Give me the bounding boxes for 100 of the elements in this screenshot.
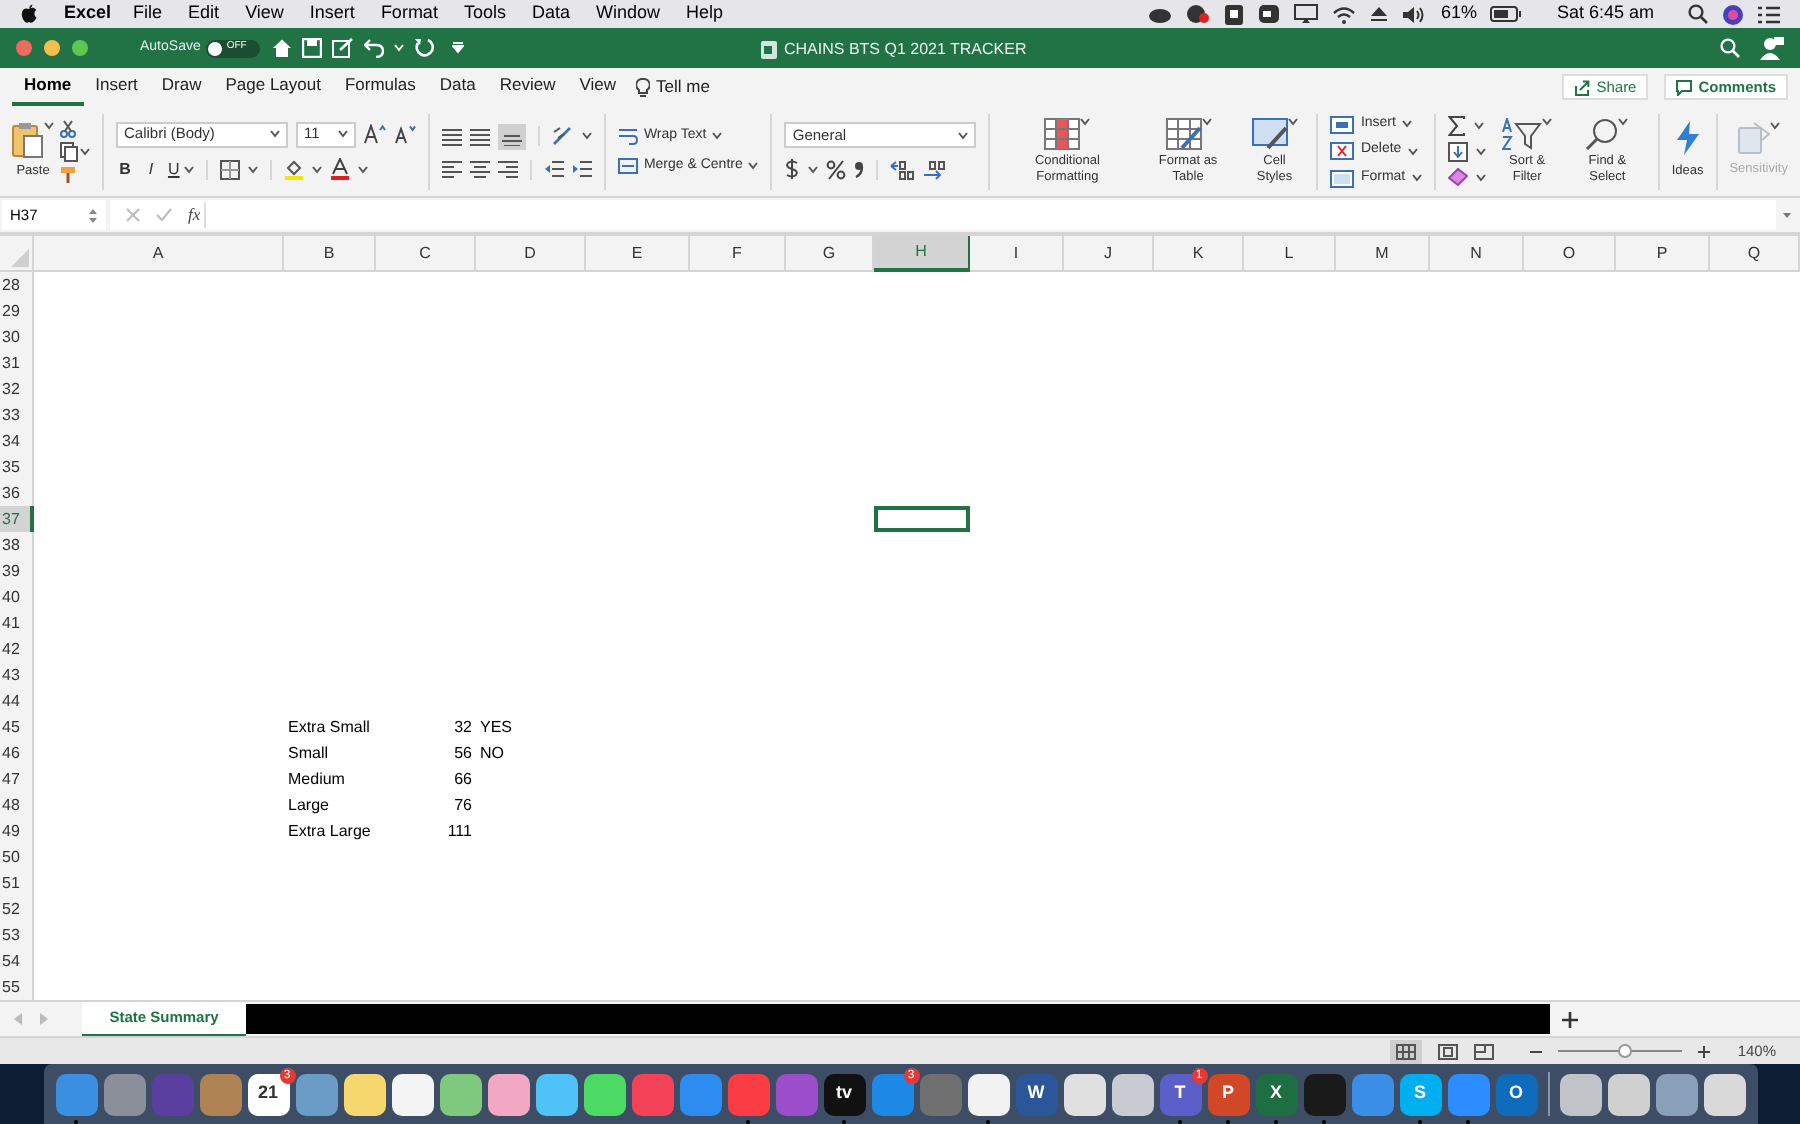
siri-icon[interactable] — [1722, 3, 1744, 25]
menu-item[interactable]: Format — [380, 0, 438, 28]
account-icon[interactable] — [1760, 36, 1784, 60]
underline-button[interactable]: U — [167, 157, 180, 181]
row-header[interactable]: 33 — [0, 402, 34, 428]
app-icon[interactable]: X — [1255, 1073, 1297, 1115]
eraser-icon[interactable] — [1447, 168, 1468, 186]
column-header[interactable]: O — [1524, 236, 1616, 272]
align-top-icon[interactable] — [441, 127, 462, 145]
zoom-button[interactable] — [72, 40, 88, 56]
table-cell[interactable]: 56 — [454, 741, 472, 765]
ribbon-tab[interactable]: Insert — [83, 68, 150, 106]
ribbon-tab[interactable]: Draw — [149, 68, 214, 106]
menu-item[interactable]: View — [245, 0, 284, 28]
stepper-icon[interactable] — [88, 207, 98, 223]
align-center-icon[interactable] — [469, 160, 490, 178]
caret-icon[interactable] — [247, 165, 258, 173]
row-header[interactable]: 40 — [0, 584, 34, 610]
table-cell[interactable]: NO — [480, 741, 504, 765]
column-header[interactable]: F — [690, 236, 786, 272]
row-header[interactable]: 53 — [0, 922, 34, 948]
column-header[interactable]: B — [284, 236, 376, 272]
app-icon[interactable] — [1607, 1073, 1649, 1115]
decrease-font-icon[interactable] — [393, 124, 416, 144]
function-button[interactable]: fx — [188, 202, 207, 228]
row-header[interactable]: 38 — [0, 532, 34, 558]
formula-input[interactable]: fx — [110, 200, 1776, 230]
page-break-icon[interactable] — [1473, 1043, 1494, 1059]
row-header[interactable]: 49 — [0, 818, 34, 844]
caret-icon[interactable] — [808, 165, 819, 173]
app-icon[interactable] — [535, 1073, 577, 1115]
app-icon[interactable] — [439, 1073, 481, 1115]
caret-icon[interactable] — [1401, 120, 1412, 128]
table-cell[interactable]: 32 — [454, 715, 472, 739]
customize-icon[interactable] — [452, 42, 465, 54]
screen-icon[interactable] — [1294, 4, 1319, 24]
caret-icon[interactable] — [1475, 148, 1486, 156]
row-header[interactable]: 43 — [0, 662, 34, 688]
column-header[interactable]: N — [1430, 236, 1524, 272]
caret-icon[interactable] — [44, 121, 54, 130]
caret-icon[interactable] — [1201, 117, 1212, 125]
clock[interactable]: Sat 6:45 am — [1556, 0, 1654, 28]
menu-item[interactable]: Data — [531, 0, 570, 28]
app-menu[interactable]: Excel — [64, 0, 112, 28]
row-header[interactable]: 51 — [0, 870, 34, 896]
search-icon[interactable] — [1720, 38, 1740, 58]
caret-icon[interactable] — [581, 132, 592, 140]
app-icon[interactable]: W — [1015, 1073, 1057, 1115]
row-header[interactable]: 41 — [0, 610, 34, 636]
caret-icon[interactable] — [1618, 117, 1629, 125]
eject-icon[interactable] — [1370, 6, 1389, 22]
column-header[interactable]: A — [34, 236, 284, 272]
caret-icon[interactable] — [269, 130, 280, 138]
document-icon[interactable] — [1224, 3, 1245, 25]
currency-icon[interactable] — [784, 158, 801, 180]
copy-icon[interactable] — [60, 141, 78, 161]
row-header[interactable]: 30 — [0, 324, 34, 350]
minimize-button[interactable] — [44, 40, 60, 56]
percent-icon[interactable] — [826, 159, 847, 179]
caret-icon[interactable] — [183, 165, 194, 173]
lightbulb-icon[interactable] — [636, 77, 651, 97]
italic-button[interactable]: I — [141, 157, 160, 181]
menu-item[interactable]: Insert — [309, 0, 355, 28]
column-header[interactable]: K — [1154, 236, 1244, 272]
caret-icon[interactable] — [958, 131, 969, 139]
paintbrush-icon[interactable] — [60, 165, 78, 183]
increase-font-icon[interactable] — [363, 124, 386, 144]
row-header[interactable]: 31 — [0, 350, 34, 376]
row-header[interactable]: 32 — [0, 376, 34, 402]
row-header[interactable]: 39 — [0, 558, 34, 584]
column-header[interactable]: J — [1064, 236, 1154, 272]
speaker-icon[interactable] — [1402, 5, 1427, 23]
app-icon[interactable] — [967, 1073, 1009, 1115]
menu-item[interactable]: Window — [595, 0, 660, 28]
caret-icon[interactable] — [80, 147, 90, 155]
align-right-icon[interactable] — [497, 160, 518, 178]
caret-icon[interactable] — [337, 130, 348, 138]
ribbon-tab[interactable]: Data — [427, 68, 488, 106]
row-header[interactable]: 42 — [0, 636, 34, 662]
caret-icon[interactable] — [748, 162, 759, 171]
fill-color-icon[interactable] — [283, 158, 304, 180]
caret-icon[interactable] — [1080, 117, 1091, 125]
active-cell[interactable] — [874, 506, 970, 532]
column-header[interactable]: P — [1616, 236, 1710, 272]
borders-icon[interactable] — [219, 159, 240, 179]
row-header[interactable]: 46 — [0, 740, 34, 766]
bold-button[interactable]: B — [115, 157, 134, 181]
row-header[interactable]: 45 — [0, 714, 34, 740]
apple-icon[interactable] — [20, 4, 38, 24]
ribbon-tab[interactable]: View — [567, 68, 629, 106]
table-cell[interactable]: Medium — [288, 767, 345, 791]
row-header[interactable]: 28 — [0, 272, 34, 298]
row-header[interactable]: 55 — [0, 974, 34, 1000]
table-cell[interactable]: Small — [288, 741, 329, 765]
align-middle-icon[interactable] — [469, 127, 490, 145]
caret-icon[interactable] — [1407, 147, 1418, 155]
row-header[interactable]: 35 — [0, 454, 34, 480]
column-header[interactable]: C — [376, 236, 476, 272]
table-cell[interactable]: Extra Small — [288, 715, 370, 739]
font-color-icon[interactable] — [329, 158, 350, 180]
